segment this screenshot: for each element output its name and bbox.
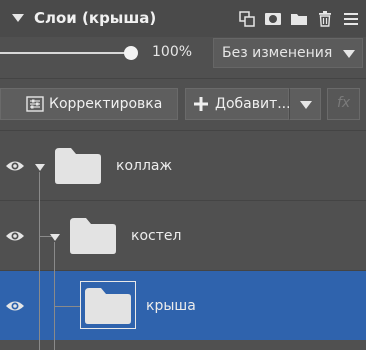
divider	[0, 78, 366, 79]
layer-name[interactable]: крыша	[146, 298, 196, 314]
opacity-value: 100%	[152, 44, 193, 60]
folder-thumbnail-icon	[85, 288, 131, 324]
add-layer-button[interactable]: Добавит...	[185, 88, 291, 120]
adjustment-icon	[26, 96, 44, 112]
mask-icon[interactable]	[264, 10, 282, 28]
folder-thumbnail-icon	[70, 218, 116, 254]
collapse-arrow-icon[interactable]	[12, 14, 24, 22]
layer-name[interactable]: костел	[131, 228, 181, 244]
fx-button-label: fx	[337, 95, 351, 111]
duplicate-layer-icon[interactable]	[238, 10, 256, 28]
eye-icon[interactable]	[5, 159, 25, 173]
layers-panel: Слои (крыша) 100% Без изменения Корректи…	[0, 0, 366, 350]
adjustment-button[interactable]: Корректировка	[0, 88, 178, 120]
fx-button[interactable]: fx	[327, 88, 360, 120]
trash-icon[interactable]	[316, 10, 334, 28]
panel-header: Слои (крыша)	[0, 0, 366, 37]
folder-icon[interactable]	[290, 10, 308, 28]
chevron-down-icon	[300, 101, 312, 109]
tree-line	[54, 242, 55, 350]
eye-icon[interactable]	[5, 229, 25, 243]
menu-icon[interactable]	[342, 10, 360, 28]
adjustment-button-label: Корректировка	[49, 96, 163, 112]
panel-title: Слои (крыша)	[34, 9, 157, 27]
blend-mode-select[interactable]: Без изменения	[213, 38, 363, 68]
add-layer-dropdown-button[interactable]	[289, 88, 321, 120]
eye-icon[interactable]	[5, 299, 25, 313]
tree-line	[39, 172, 40, 350]
opacity-slider-handle[interactable]	[124, 46, 138, 60]
blend-mode-value: Без изменения	[222, 45, 333, 61]
opacity-slider-track[interactable]	[0, 52, 130, 54]
expand-caret-icon[interactable]	[35, 164, 45, 171]
tree-line	[55, 306, 80, 307]
add-layer-button-label: Добавит...	[215, 96, 291, 112]
folder-thumbnail-icon	[55, 148, 101, 184]
layer-name[interactable]: коллаж	[116, 158, 172, 174]
plus-icon	[194, 97, 208, 111]
expand-caret-icon[interactable]	[50, 234, 60, 241]
chevron-down-icon	[343, 50, 355, 58]
